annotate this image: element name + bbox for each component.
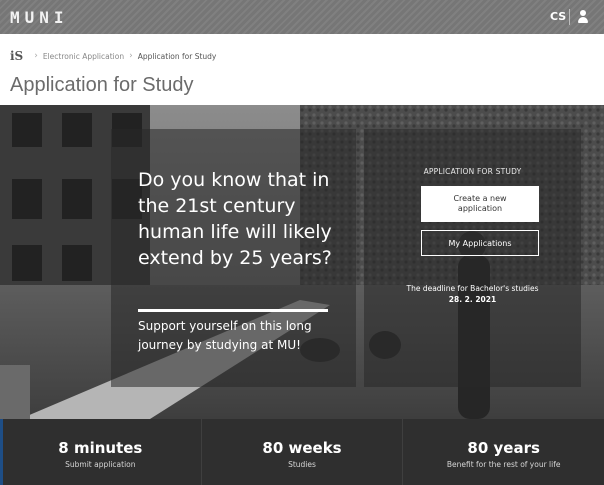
breadcrumb-current: Application for Study (137, 51, 217, 61)
stat-value: 80 weeks (262, 439, 342, 457)
stat-label: Benefit for the rest of your life (446, 460, 561, 469)
top-bar: MUNI CS (0, 0, 604, 34)
headline-panel: Do you know that in the 21st century hum… (111, 129, 356, 387)
accent-edge (0, 419, 3, 485)
my-applications-button[interactable]: My Applications (421, 230, 539, 256)
hero-section: Do you know that in the 21st century hum… (0, 105, 604, 419)
stat-value: 8 minutes (58, 439, 143, 457)
stat-value: 80 years (467, 439, 540, 457)
breadcrumb-electronic-application[interactable]: Electronic Application (43, 52, 124, 61)
page-title: Application for Study (10, 74, 194, 96)
stat-item: 80 weeks Studies (200, 419, 403, 485)
stat-label: Studies (288, 460, 316, 469)
language-switch[interactable]: CS (550, 10, 566, 23)
headline-divider (138, 309, 328, 312)
deadline-date: 28. 2. 2021 (448, 295, 497, 304)
topbar-divider (569, 9, 570, 25)
hero-subtext: Support yourself on this long journey by… (138, 319, 312, 352)
chevron-right-icon: › (34, 51, 38, 61)
is-logo[interactable]: iS (10, 49, 23, 63)
stat-label: Submit application (65, 460, 136, 469)
deadline-text: The deadline for Bachelor's studies (406, 284, 539, 293)
stats-bar: 8 minutes Submit application 80 weeks St… (0, 419, 604, 485)
application-panel-label: APPLICATION FOR STUDY (423, 167, 522, 176)
breadcrumb: iS › Electronic Application › Applicatio… (10, 48, 216, 64)
chevron-right-icon: › (129, 51, 133, 61)
create-application-button[interactable]: Create a new application (421, 186, 539, 222)
hero-headline: Do you know that in the 21st century hum… (138, 169, 332, 269)
deadline-info: The deadline for Bachelor's studies 28. … (364, 283, 581, 305)
application-panel: APPLICATION FOR STUDY Create a new appli… (364, 129, 581, 387)
user-icon[interactable] (577, 9, 589, 25)
stat-item: 80 years Benefit for the rest of your li… (402, 419, 604, 485)
stat-item: 8 minutes Submit application (0, 419, 201, 485)
muni-logo[interactable]: MUNI (10, 8, 69, 27)
